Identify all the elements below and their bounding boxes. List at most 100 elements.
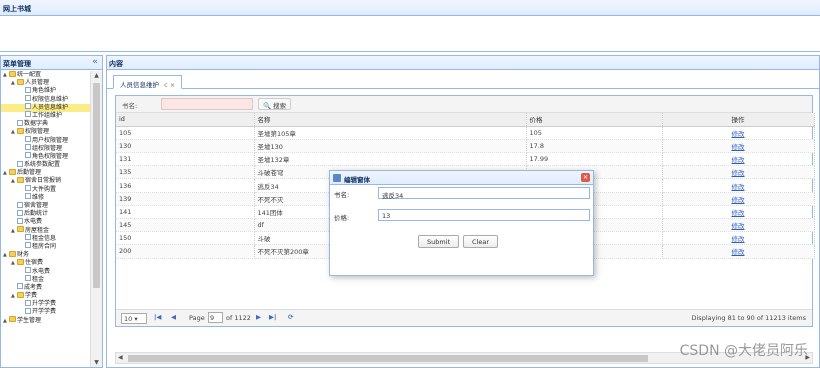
last-page-icon[interactable]: ▶| — [269, 313, 276, 321]
prev-page-icon[interactable]: ◀ — [171, 313, 176, 321]
folder-icon — [9, 168, 16, 175]
tree-item-label: 维修 — [32, 193, 45, 201]
tree-item[interactable]: 权限信息维护 — [1, 95, 90, 104]
tree-item[interactable]: 租金 — [1, 275, 90, 284]
menu-scrollbar[interactable]: ▲ ▼ — [90, 71, 102, 367]
tree-item-label: 水电费 — [32, 267, 51, 275]
first-page-icon[interactable]: |◀ — [154, 313, 161, 321]
search-icon: 🔍 — [263, 102, 272, 110]
edit-link[interactable]: 修改 — [662, 139, 815, 154]
scroll-down-icon[interactable]: ▼ — [91, 359, 102, 366]
tree-item[interactable]: 租金信息 — [1, 234, 90, 243]
tree-item[interactable]: ▲ 房屋租金 — [1, 226, 90, 235]
tree-item[interactable]: ▲ 住宿费 — [1, 258, 90, 267]
edit-link[interactable]: 修改 — [662, 152, 815, 167]
edit-link[interactable]: 修改 — [662, 178, 815, 193]
price-field[interactable]: 13 — [378, 209, 590, 221]
tree-item[interactable]: ▲ 权限管理 — [1, 127, 90, 136]
scroll-left-icon[interactable]: ◀ — [118, 354, 123, 361]
tree-item[interactable]: ▲ 统一配置 — [1, 71, 90, 79]
tab-close-icon[interactable]: c × — [164, 81, 175, 89]
table-row[interactable]: 105 圣墟第105章 105 修改 — [116, 126, 815, 140]
cell-id: 141 — [116, 205, 255, 220]
dialog-header: 编辑窗体 ✕ — [330, 171, 593, 185]
folder-icon — [17, 127, 24, 134]
tree-item[interactable]: ▲ 宿舍日常报销 — [1, 176, 90, 185]
column-header-price[interactable]: 价格 — [526, 113, 663, 127]
tree-item[interactable]: 水电费 — [1, 217, 90, 226]
column-header-name[interactable]: 名称 — [254, 113, 527, 127]
content-panel-title: 内容 — [109, 60, 123, 68]
tree-item-label: 开学学费 — [32, 308, 57, 316]
edit-link[interactable]: 修改 — [662, 126, 815, 140]
tab-person-info[interactable]: 人员信息维护 c × — [113, 75, 183, 89]
tree-item[interactable]: 工作组维护 — [1, 111, 90, 120]
tree-item[interactable]: 大件购置 — [1, 185, 90, 194]
table-header-row: id 名称 价格 操作 — [116, 113, 815, 127]
folder-icon — [9, 71, 16, 77]
edit-link[interactable]: 修改 — [662, 231, 815, 246]
scroll-up-icon[interactable]: ▲ — [91, 72, 102, 79]
search-input[interactable] — [161, 98, 253, 110]
cell-id: 136 — [116, 178, 255, 193]
tree-item-label: 财务 — [17, 251, 30, 259]
tree-item[interactable]: 角色权限管理 — [1, 152, 90, 161]
book-name-field[interactable]: 逃反34 — [378, 187, 590, 200]
file-icon — [25, 136, 31, 142]
tree-item[interactable]: ▲ 学生管理 — [1, 316, 90, 325]
tree-item-label: 权限信息维护 — [32, 95, 69, 103]
edit-link[interactable]: 修改 — [662, 192, 815, 206]
tree-item[interactable]: ▲ 财务 — [1, 250, 90, 259]
tree-item[interactable]: 成考费 — [1, 283, 90, 292]
folder-icon — [9, 316, 16, 323]
tree-item-label: 用户权限管理 — [32, 136, 69, 144]
refresh-icon[interactable]: ⟳ — [288, 313, 293, 321]
column-header-id[interactable]: id — [116, 113, 255, 127]
tree-item[interactable]: 用户权限管理 — [1, 136, 90, 145]
page-number-input[interactable]: 9 — [208, 312, 223, 323]
tree-item[interactable]: 宿舍管理 — [1, 201, 90, 210]
search-label: 书名: — [122, 102, 138, 110]
tree-item-label: 宿舍日常报销 — [25, 177, 62, 185]
tree-item[interactable]: 后勤统计 — [1, 209, 90, 218]
horizontal-scroll-thumb[interactable] — [128, 355, 648, 362]
folder-icon — [17, 291, 24, 298]
tree-item[interactable]: 水电费 — [1, 267, 90, 276]
table-row[interactable]: 131 圣墟132章 17.99 修改 — [116, 152, 815, 167]
page-size-select[interactable]: 10 ▾ — [121, 313, 147, 324]
search-button[interactable]: 🔍 搜索 — [258, 98, 292, 110]
next-page-icon[interactable]: ▶ — [256, 313, 261, 321]
folder-icon — [9, 250, 16, 257]
dialog-close-icon[interactable]: ✕ — [581, 173, 590, 182]
tree-item[interactable]: 人员信息维护 — [1, 103, 90, 112]
tree-item-label: 大件购置 — [32, 185, 57, 193]
edit-link[interactable]: 修改 — [662, 165, 815, 180]
folder-icon — [17, 176, 24, 183]
column-header-operation: 操作 — [662, 113, 815, 127]
tree-item-label: 后勤管理 — [17, 169, 42, 177]
file-icon — [25, 242, 31, 249]
cell-id: 105 — [116, 126, 255, 140]
cell-name: 圣墟132章 — [254, 152, 527, 167]
cell-id: 131 — [116, 152, 255, 167]
pagination-bar: 10 ▾ |◀ ◀ Page 9 of 1122 ▶ ▶| ⟳ Displayi… — [116, 309, 812, 326]
tree-item[interactable]: 维修 — [1, 193, 90, 202]
pagination-summary: Displaying 81 to 90 of 11213 items — [691, 314, 807, 322]
collapse-icon[interactable]: « — [92, 57, 98, 67]
book-name-label: 书名: — [334, 191, 350, 199]
clear-button[interactable]: Clear — [463, 235, 498, 248]
edit-dialog: 编辑窗体 ✕ 书名: 逃反34 价格: 13 Submit Clear — [329, 170, 594, 276]
table-row[interactable]: 130 圣墟130 17.8 修改 — [116, 139, 815, 154]
tree-item-label: 房屋租金 — [25, 226, 50, 234]
file-icon — [25, 86, 31, 93]
tree-item[interactable]: 角色维护 — [1, 86, 90, 95]
edit-link[interactable]: 修改 — [662, 244, 815, 259]
cell-name: 圣墟第105章 — [254, 126, 527, 140]
edit-link[interactable]: 修改 — [662, 205, 815, 220]
tree-item[interactable]: 组权限管理 — [1, 144, 90, 153]
scroll-thumb[interactable] — [93, 83, 100, 288]
file-icon — [25, 144, 31, 151]
tree-item[interactable]: 租房合同 — [1, 242, 90, 251]
submit-button[interactable]: Submit — [418, 235, 460, 248]
edit-link[interactable]: 修改 — [662, 218, 815, 233]
